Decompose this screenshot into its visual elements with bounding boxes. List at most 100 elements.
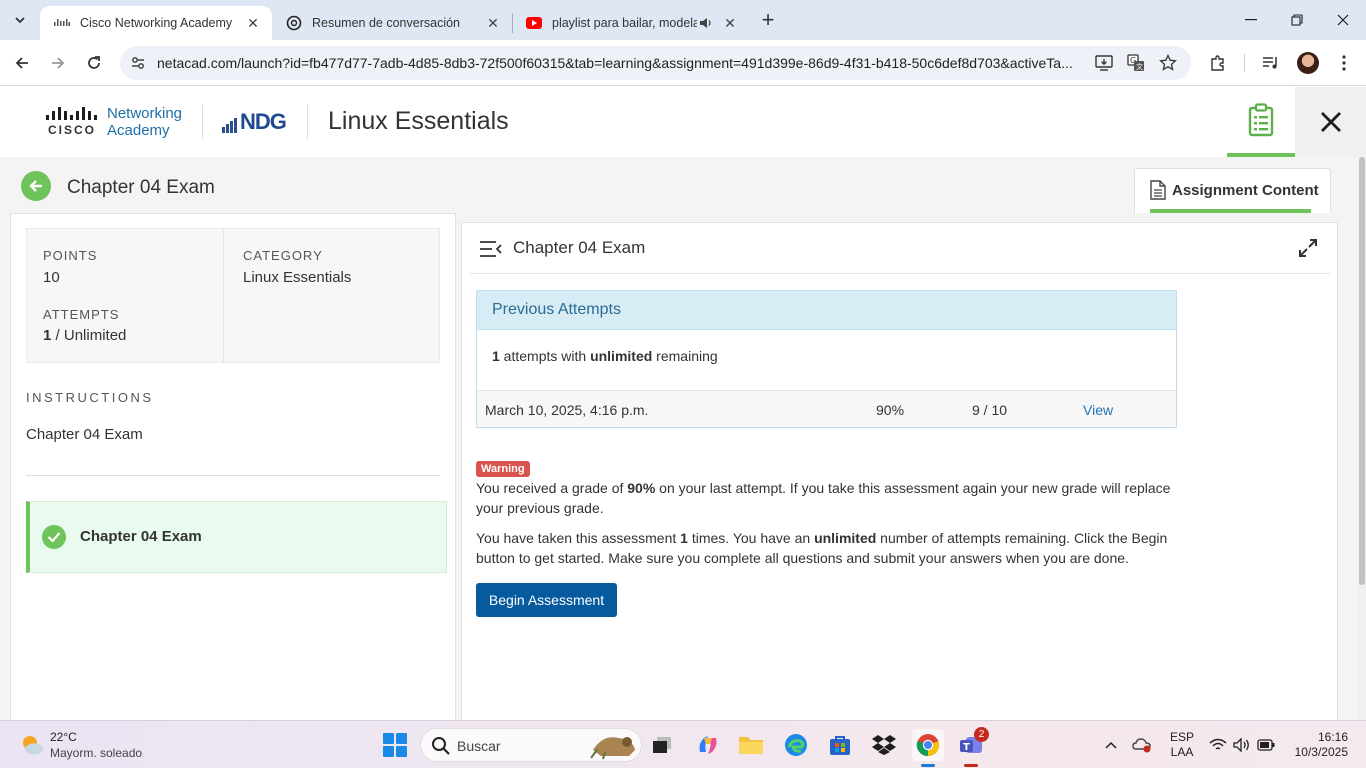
profile-avatar[interactable] bbox=[1297, 52, 1319, 74]
summary-count: 1 bbox=[492, 348, 500, 364]
divider bbox=[470, 273, 1330, 274]
grade-replace-notice: You received a grade of 90% on your last… bbox=[476, 478, 1181, 518]
close-icon bbox=[1337, 14, 1349, 26]
ndg-bars-icon bbox=[222, 117, 238, 133]
folder-icon bbox=[739, 737, 763, 754]
check-circle-icon bbox=[42, 525, 66, 549]
install-app-icon[interactable] bbox=[1094, 53, 1114, 73]
copilot-icon bbox=[699, 736, 717, 754]
table-row: March 10, 2025, 4:16 p.m. 90% 9 / 10 Vie… bbox=[477, 390, 1176, 427]
close-icon bbox=[1320, 112, 1341, 132]
taskbar-chrome[interactable] bbox=[912, 729, 944, 767]
tab-search-button[interactable] bbox=[8, 8, 32, 32]
taskbar-clock[interactable]: 16:16 10/3/2025 bbox=[1286, 730, 1348, 760]
arrow-left-icon bbox=[15, 57, 28, 69]
tray-wifi[interactable] bbox=[1208, 735, 1228, 755]
page-title: Chapter 04 Exam bbox=[67, 177, 215, 198]
attempt-date: March 10, 2025, 4:16 p.m. bbox=[485, 402, 649, 418]
windows-taskbar: 22°C Mayorm. soleado Buscar T ESP LAA 16… bbox=[0, 720, 1366, 768]
edge-icon bbox=[785, 734, 807, 756]
tray-onedrive[interactable] bbox=[1132, 735, 1152, 755]
instruction-unlimited: unlimited bbox=[814, 530, 877, 546]
page-scrollbar-thumb[interactable] bbox=[1359, 157, 1365, 585]
svg-text:文: 文 bbox=[1136, 62, 1143, 71]
tab-title: playlist para bailar, modelar bbox=[552, 16, 697, 30]
summary-bold: unlimited bbox=[590, 348, 653, 364]
minimize-icon bbox=[1245, 19, 1257, 21]
translate-icon[interactable]: G文 bbox=[1126, 53, 1146, 73]
tab-assignment-content[interactable]: Assignment Content bbox=[1134, 168, 1331, 213]
header-divider bbox=[202, 105, 203, 139]
view-attempt-link[interactable]: View bbox=[1083, 402, 1113, 418]
language-code: ESP bbox=[1170, 730, 1195, 744]
input-language-indicator[interactable]: ESP LAA bbox=[1170, 730, 1194, 760]
taskbar-task-view[interactable] bbox=[646, 729, 678, 761]
browser-menu-button[interactable] bbox=[1330, 49, 1358, 77]
arrow-right-icon bbox=[52, 57, 65, 69]
tab-close-icon[interactable]: ✕ bbox=[721, 14, 739, 32]
assignment-meta-box: POINTS 10 ATTEMPTS 1 / Unlimited CATEGOR… bbox=[26, 228, 440, 363]
brand-line-academy: Academy bbox=[107, 122, 170, 139]
content-item-title: Chapter 04 Exam bbox=[80, 528, 202, 545]
more-vertical-icon bbox=[1342, 55, 1346, 71]
close-window-button[interactable] bbox=[1320, 0, 1366, 40]
points-label: POINTS bbox=[43, 248, 98, 263]
forward-nav-button[interactable] bbox=[44, 49, 72, 77]
chevron-up-icon bbox=[1105, 741, 1117, 749]
weather-temperature[interactable]: 22°C bbox=[50, 730, 77, 744]
instructions-text: Chapter 04 Exam bbox=[26, 426, 143, 443]
brand-line-networking: Networking bbox=[107, 105, 183, 122]
extensions-button[interactable] bbox=[1204, 49, 1232, 77]
tray-overflow-button[interactable] bbox=[1101, 735, 1121, 755]
svg-text:T: T bbox=[963, 742, 970, 753]
tab-cisco-networking-academy[interactable]: Cisco Networking Academy ✕ bbox=[40, 6, 272, 40]
collapse-menu-icon[interactable] bbox=[479, 240, 503, 258]
tray-volume[interactable] bbox=[1232, 735, 1252, 755]
tab-close-icon[interactable]: ✕ bbox=[244, 14, 262, 32]
media-queue-icon bbox=[1263, 57, 1277, 69]
reload-button[interactable] bbox=[80, 49, 108, 77]
ndg-logo: NDG bbox=[222, 109, 287, 133]
taskbar-copilot[interactable] bbox=[692, 729, 724, 761]
taskbar-file-explorer[interactable] bbox=[735, 729, 767, 761]
tab-playlist-youtube[interactable]: playlist para bailar, modelar ✕ bbox=[512, 6, 752, 40]
weather-description[interactable]: Mayorm. soleado bbox=[50, 746, 142, 760]
address-bar[interactable]: netacad.com/launch?id=fb477d77-7adb-4d85… bbox=[120, 46, 1191, 80]
attempts-label: ATTEMPTS bbox=[43, 307, 120, 322]
begin-assessment-button[interactable]: Begin Assessment bbox=[476, 583, 617, 617]
meta-divider bbox=[223, 229, 224, 362]
start-button[interactable] bbox=[383, 733, 407, 757]
weather-sun-icon[interactable] bbox=[20, 733, 44, 757]
attempts-separator: / bbox=[51, 327, 64, 344]
cisco-networking-academy-logo[interactable]: CISCO Networking Academy bbox=[44, 103, 189, 143]
header-divider bbox=[307, 105, 308, 139]
expand-icon[interactable] bbox=[1297, 237, 1319, 259]
new-tab-button[interactable]: + bbox=[756, 7, 780, 32]
speaker-icon[interactable] bbox=[697, 17, 715, 29]
back-nav-button[interactable] bbox=[8, 49, 36, 77]
assignment-panel-button[interactable] bbox=[1227, 87, 1295, 157]
tab-close-icon[interactable]: ✕ bbox=[484, 14, 502, 32]
taskbar-store[interactable] bbox=[824, 729, 856, 761]
taskbar-dropbox[interactable] bbox=[868, 729, 900, 761]
warning-badge: Warning bbox=[476, 461, 530, 477]
url-text[interactable]: netacad.com/launch?id=fb477d77-7adb-4d85… bbox=[157, 55, 1087, 71]
tab-resumen-conversacion[interactable]: Resumen de conversación ✕ bbox=[272, 6, 512, 40]
wifi-icon bbox=[1209, 738, 1227, 750]
search-icon bbox=[432, 737, 450, 755]
attempts-value: 1 / Unlimited bbox=[43, 327, 126, 344]
taskbar-edge[interactable] bbox=[780, 729, 812, 761]
bookmark-star-icon[interactable] bbox=[1158, 53, 1178, 73]
minimize-button[interactable] bbox=[1228, 0, 1274, 40]
taskbar-search[interactable]: Buscar bbox=[420, 728, 642, 762]
media-control-button[interactable] bbox=[1257, 49, 1285, 77]
close-course-button[interactable] bbox=[1295, 87, 1366, 157]
puzzle-icon bbox=[1211, 55, 1224, 71]
summary-end: remaining bbox=[652, 348, 718, 364]
previous-attempts-header: Previous Attempts bbox=[477, 291, 1176, 330]
content-item-chapter-exam[interactable]: Chapter 04 Exam bbox=[26, 501, 447, 573]
restore-button[interactable] bbox=[1274, 0, 1320, 40]
back-button[interactable] bbox=[21, 171, 51, 201]
site-settings-icon[interactable] bbox=[128, 53, 148, 73]
tray-battery[interactable] bbox=[1256, 735, 1276, 755]
